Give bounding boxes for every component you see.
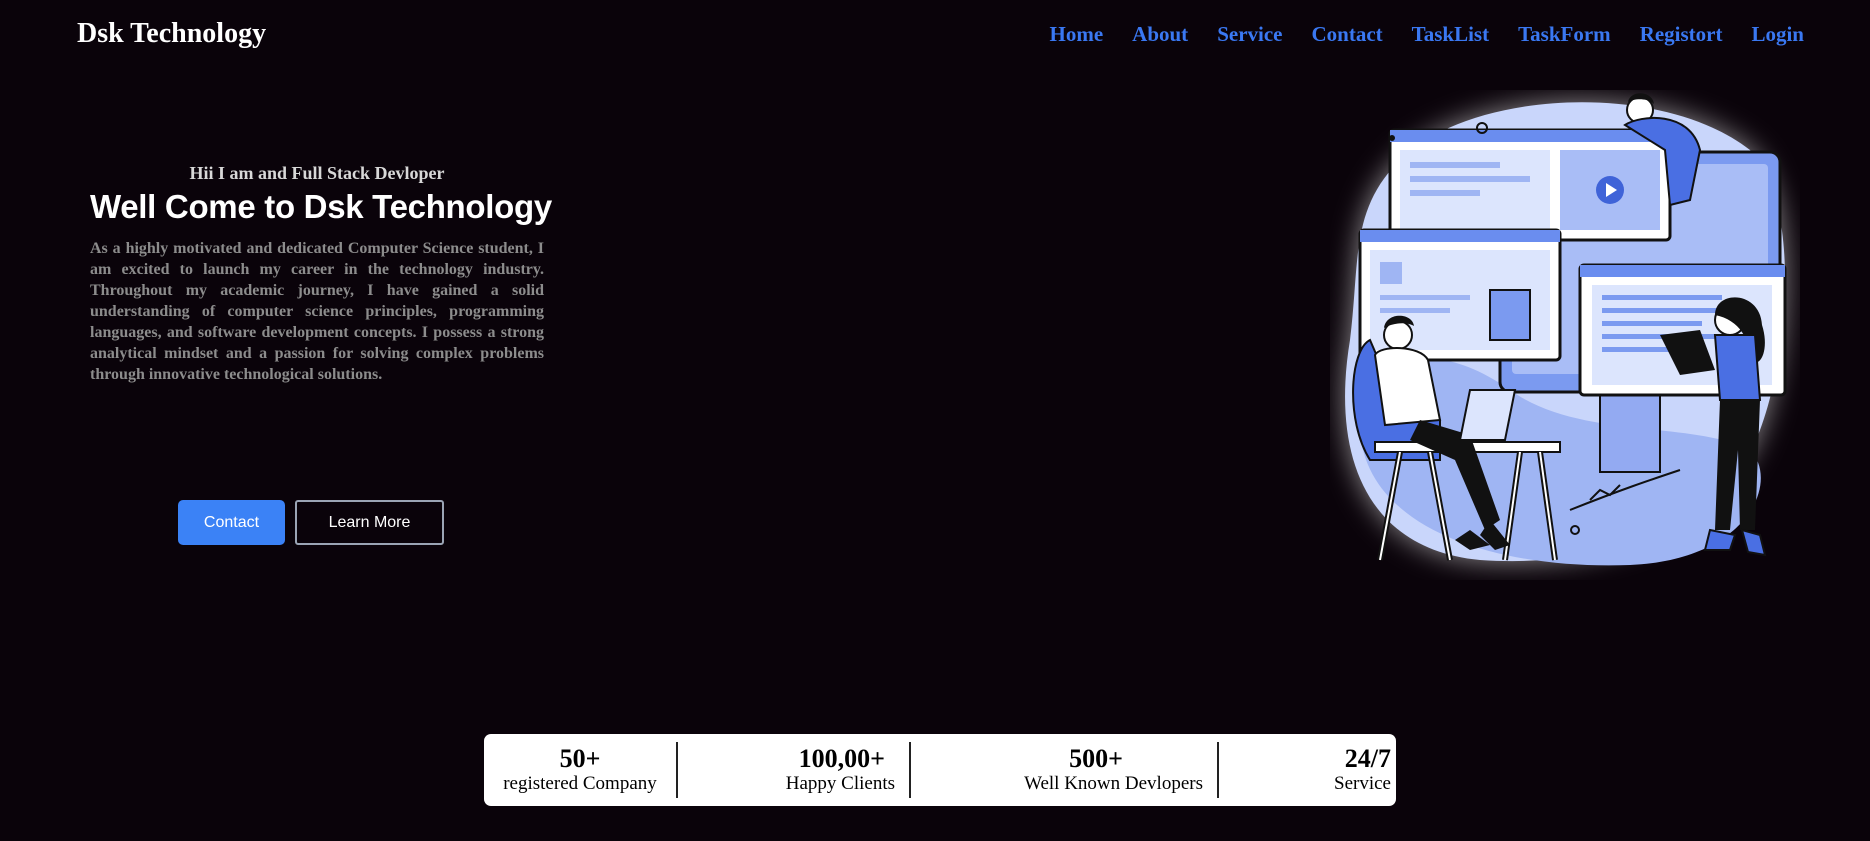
hero-title: Well Come to Dsk Technology — [90, 188, 552, 225]
hero-subtitle: Hii I am and Full Stack Devloper — [189, 163, 445, 183]
main-nav: Home About Service Contact TaskList Task… — [1050, 22, 1805, 47]
contact-button[interactable]: Contact — [178, 500, 285, 545]
learn-more-button[interactable]: Learn More — [295, 500, 444, 545]
stat-label: Happy Clients — [785, 773, 895, 794]
stat-label: Well Known Devlopers — [1024, 773, 1203, 794]
nav-login[interactable]: Login — [1751, 22, 1804, 47]
stat-label: Service — [1334, 773, 1391, 794]
nav-contact[interactable]: Contact — [1311, 22, 1382, 47]
nav-about[interactable]: About — [1132, 22, 1188, 47]
stat-developers: 500+ Well Known Devlopers — [909, 734, 1217, 806]
stat-value: 100,00+ — [798, 744, 885, 773]
stat-value: 500+ — [1069, 744, 1123, 773]
stat-service: 24/7 Service — [1217, 734, 1391, 806]
hero-buttons: Contact Learn More — [178, 500, 444, 545]
stat-label: registered Company — [503, 773, 657, 794]
page: Dsk Technology Home About Service Contac… — [0, 0, 1870, 841]
nav-service[interactable]: Service — [1217, 22, 1282, 47]
stat-companies: 50+ registered Company — [484, 734, 676, 806]
brand-logo[interactable]: Dsk Technology — [77, 18, 266, 50]
stats-bar: 50+ registered Company 100,00+ Happy Cli… — [484, 734, 1396, 806]
hero-section: Hii I am and Full Stack Devloper Well Co… — [90, 163, 552, 385]
hero-intro: As a highly motivated and dedicated Comp… — [90, 240, 544, 383]
nav-home[interactable]: Home — [1050, 22, 1104, 47]
nav-taskform[interactable]: TaskForm — [1518, 22, 1611, 47]
stat-value: 24/7 — [1344, 744, 1391, 773]
nav-register[interactable]: Registort — [1640, 22, 1723, 47]
people-working-on-screens-illustration — [1345, 93, 1787, 566]
nav-tasklist[interactable]: TaskList — [1412, 22, 1489, 47]
stat-value: 50+ — [559, 744, 601, 773]
hero-illustration — [1330, 90, 1800, 580]
stat-clients: 100,00+ Happy Clients — [676, 734, 909, 806]
